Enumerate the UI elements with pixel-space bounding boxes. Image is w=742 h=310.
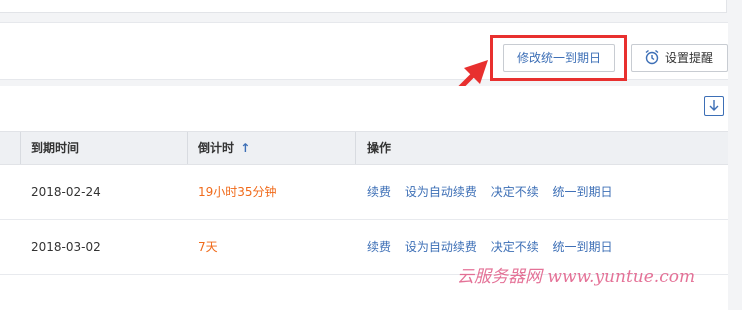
table-row: 2018-02-24 19小时35分钟 续费 设为自动续费 决定不续 统一到期日 [0, 165, 728, 220]
countdown-value: 7天 [198, 240, 218, 254]
download-icon [709, 100, 719, 111]
unify-expiry-link[interactable]: 统一到期日 [553, 185, 613, 199]
decide-not-renew-link[interactable]: 决定不续 [491, 240, 539, 254]
header-countdown-label: 倒计时 [198, 141, 235, 155]
header-countdown[interactable]: 倒计时 ↑ [187, 132, 358, 164]
expiry-date: 2018-02-24 [31, 185, 101, 199]
unify-expiry-link[interactable]: 统一到期日 [553, 240, 613, 254]
renew-link[interactable]: 续费 [367, 185, 391, 199]
watermark: 云服务器网 www.yuntue.com [457, 267, 696, 287]
set-auto-renew-link[interactable]: 设为自动续费 [405, 185, 477, 199]
top-panel [0, 0, 727, 13]
sort-arrow-icon: ↑ [240, 141, 251, 155]
set-reminder-label: 设置提醒 [665, 51, 714, 65]
set-reminder-button[interactable]: 设置提醒 [631, 44, 728, 72]
set-auto-renew-link[interactable]: 设为自动续费 [405, 240, 477, 254]
countdown-value: 19小时35分钟 [198, 185, 277, 199]
table-header: 到期时间 倒计时 ↑ 操作 [0, 131, 728, 165]
header-expiry[interactable]: 到期时间 [20, 132, 196, 164]
alarm-clock-icon [645, 49, 659, 65]
decide-not-renew-link[interactable]: 决定不续 [491, 185, 539, 199]
download-button[interactable] [704, 96, 724, 116]
renew-link[interactable]: 续费 [367, 240, 391, 254]
row-actions: 续费 设为自动续费 决定不续 统一到期日 [367, 165, 623, 219]
header-actions: 操作 [355, 132, 727, 164]
highlight-rectangle [490, 35, 627, 81]
expiry-date: 2018-03-02 [31, 240, 101, 254]
